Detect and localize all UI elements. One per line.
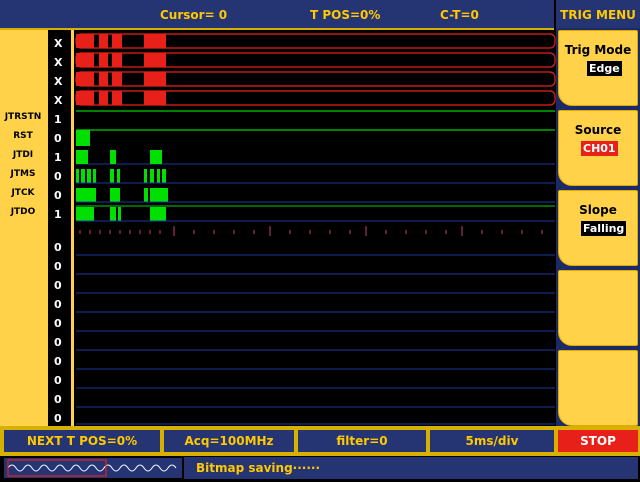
channel-value: 1 bbox=[54, 151, 62, 164]
channel-value: 1 bbox=[54, 113, 62, 126]
source-value: CH01 bbox=[581, 141, 618, 156]
waveform-display[interactable] bbox=[74, 30, 556, 426]
channel-value: X bbox=[54, 37, 63, 50]
channel-value: 0 bbox=[54, 279, 62, 292]
slope-label: Slope bbox=[579, 203, 617, 217]
trigger-position-readout: T POS=0% bbox=[310, 8, 381, 22]
channel-value: 0 bbox=[54, 412, 62, 425]
channel-value: 1 bbox=[54, 208, 62, 221]
channel-value: X bbox=[54, 94, 63, 107]
channel-value: 0 bbox=[54, 374, 62, 387]
channel-value: 0 bbox=[54, 241, 62, 254]
top-status-bar: Cursor= 0 T POS=0% C-T=0 bbox=[0, 0, 554, 30]
channel-value: 0 bbox=[54, 298, 62, 311]
stop-button[interactable]: STOP bbox=[558, 430, 638, 452]
channel-value: 0 bbox=[54, 317, 62, 330]
menu-slot-4-button[interactable] bbox=[558, 270, 638, 346]
signal-name-panel: JTRSTN RST JTDI JTMS JTCK JTDO bbox=[0, 30, 46, 426]
channel-value-column: X X X X 1 0 1 0 0 1 0 0 0 0 0 0 0 0 0 0 bbox=[46, 30, 74, 426]
slope-value: Falling bbox=[581, 221, 627, 236]
channel-value: X bbox=[54, 75, 63, 88]
channel-value: 0 bbox=[54, 189, 62, 202]
waveform-overview[interactable] bbox=[4, 458, 182, 478]
cursor-readout: Cursor= 0 bbox=[160, 8, 228, 22]
channel-value: 0 bbox=[54, 393, 62, 406]
trig-mode-value: Edge bbox=[587, 61, 622, 76]
overview-waveform-icon bbox=[7, 459, 177, 477]
filter-readout[interactable]: filter=0 bbox=[298, 430, 426, 452]
trig-mode-button[interactable]: Trig Mode Edge bbox=[558, 30, 638, 106]
undefined-traces bbox=[75, 33, 556, 106]
channel-value: 0 bbox=[54, 355, 62, 368]
trig-mode-label: Trig Mode bbox=[564, 43, 632, 57]
empty-channel-baselines bbox=[76, 254, 555, 425]
menu-slot-5-button[interactable] bbox=[558, 350, 638, 426]
trigger-menu: TRIG MENU Trig Mode Edge Source CH01 Slo… bbox=[556, 0, 640, 426]
source-button[interactable]: Source CH01 bbox=[558, 110, 638, 186]
acquisition-rate-readout[interactable]: Acq=100MHz bbox=[164, 430, 294, 452]
signal-label-jtck: JTCK bbox=[11, 188, 35, 198]
jtag-traces bbox=[76, 110, 555, 222]
channel-value: 0 bbox=[54, 132, 62, 145]
signal-label-jtdo: JTDO bbox=[10, 207, 36, 217]
signal-label-jtms: JTMS bbox=[10, 169, 36, 179]
channel-value: 0 bbox=[54, 336, 62, 349]
signal-label-rst: RST bbox=[13, 131, 33, 141]
status-message: Bitmap saving······ bbox=[184, 457, 638, 479]
channel-value: 0 bbox=[54, 170, 62, 183]
next-trigger-position-readout[interactable]: NEXT T POS=0% bbox=[4, 430, 160, 452]
signal-label-jtrstn: JTRSTN bbox=[4, 112, 42, 122]
channel-value: 0 bbox=[54, 260, 62, 273]
channel-value: X bbox=[54, 56, 63, 69]
signal-label-jtdi: JTDI bbox=[12, 150, 34, 160]
time-ruler bbox=[79, 226, 543, 236]
cursor-trigger-delta-readout: C-T=0 bbox=[440, 8, 479, 22]
source-label: Source bbox=[574, 123, 622, 137]
timebase-readout[interactable]: 5ms/div bbox=[430, 430, 554, 452]
menu-title: TRIG MENU bbox=[556, 0, 640, 30]
slope-button[interactable]: Slope Falling bbox=[558, 190, 638, 266]
